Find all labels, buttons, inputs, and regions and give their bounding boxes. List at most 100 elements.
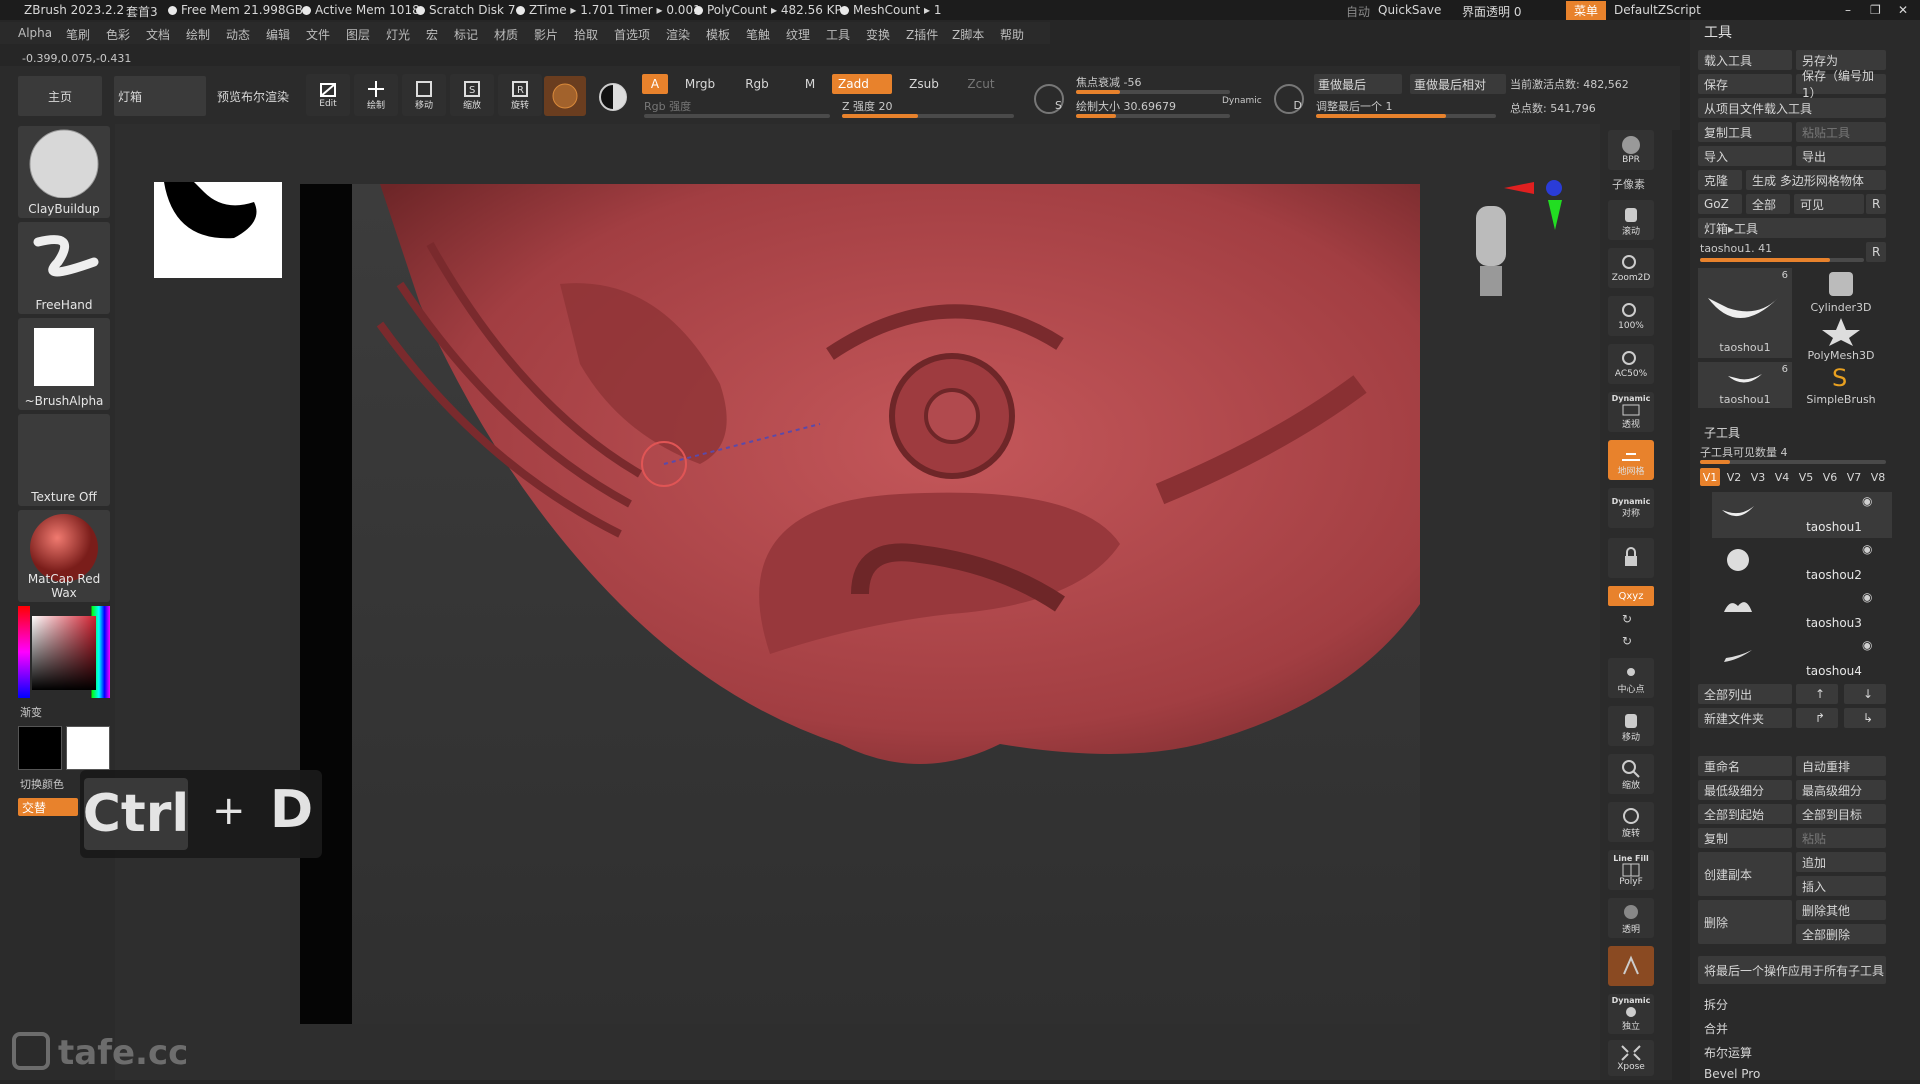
alternate-button[interactable]: 交替 xyxy=(18,798,78,816)
all-to-start-button[interactable]: 全部到起始 xyxy=(1698,804,1792,824)
rename-button[interactable]: 重命名 xyxy=(1698,756,1792,776)
rotate-z-icon[interactable]: ↻ xyxy=(1622,634,1632,648)
paste-tool-button[interactable]: 粘贴工具 xyxy=(1796,122,1886,142)
menu-button[interactable]: 菜单 xyxy=(1566,1,1607,20)
subtool-row-4[interactable]: ◉ taoshou4 xyxy=(1712,636,1892,682)
transparency-slider[interactable]: 界面透明 0 xyxy=(1462,3,1521,20)
material-slot[interactable]: MatCap Red Wax xyxy=(18,510,110,602)
lock-button[interactable] xyxy=(1608,538,1654,578)
bpr-button[interactable]: BPR xyxy=(1608,130,1654,170)
zoom-view-button[interactable]: 缩放 xyxy=(1608,754,1654,794)
delete-button[interactable]: 删除 xyxy=(1698,900,1792,944)
insert-button[interactable]: 插入 xyxy=(1796,876,1886,896)
menu-transform[interactable]: 变换 xyxy=(866,26,890,43)
clone-button[interactable]: 克隆 xyxy=(1698,170,1742,190)
subtool-row-3[interactable]: ◉ taoshou3 xyxy=(1712,588,1892,634)
menu-help[interactable]: 帮助 xyxy=(1000,26,1024,43)
m-toggle[interactable]: M xyxy=(798,74,822,94)
move-up-icon[interactable]: ↑ xyxy=(1796,684,1838,704)
tab-v8[interactable]: V8 xyxy=(1868,468,1888,486)
split-section[interactable]: 拆分 xyxy=(1698,994,1886,1014)
menu-texture[interactable]: 纹理 xyxy=(786,26,810,43)
subtool4-eye-icon[interactable]: ◉ xyxy=(1862,638,1872,652)
d-pivot-icon[interactable]: D xyxy=(1274,84,1304,114)
ac50-button[interactable]: AC50% xyxy=(1608,344,1654,384)
tab-v5[interactable]: V5 xyxy=(1796,468,1816,486)
menu-stencil[interactable]: 模板 xyxy=(706,26,730,43)
duplicate-button[interactable]: 创建副本 xyxy=(1698,852,1792,896)
zcut-toggle[interactable]: Zcut xyxy=(956,74,1006,94)
menu-movie[interactable]: 影片 xyxy=(534,26,558,43)
paste-button[interactable]: 粘贴 xyxy=(1796,828,1886,848)
move-down-icon[interactable]: ↓ xyxy=(1844,684,1886,704)
mrgb-toggle[interactable]: Mrgb xyxy=(672,74,728,94)
lowest-subdiv-button[interactable]: 最低级细分 xyxy=(1698,780,1792,800)
tool-thumb-taoshou1-small[interactable]: 6 taoshou1 xyxy=(1698,362,1792,408)
zoom2d-button[interactable]: Zoom2D xyxy=(1608,248,1654,288)
axis-gizmo-icon[interactable] xyxy=(1504,176,1574,240)
subtool3-eye-icon[interactable]: ◉ xyxy=(1862,590,1872,604)
switch-color-button[interactable]: 切换颜色 xyxy=(20,776,64,792)
subtool-row-1[interactable]: ◉ taoshou1 xyxy=(1712,492,1892,538)
alpha-slot[interactable]: ~BrushAlpha xyxy=(18,318,110,410)
menu-draw[interactable]: 绘制 xyxy=(186,26,210,43)
a-toggle[interactable]: A xyxy=(642,74,668,94)
subtool-row-2[interactable]: ◉ taoshou2 xyxy=(1712,540,1892,586)
rotate-button[interactable]: R 旋转 xyxy=(498,74,542,116)
apply-last-all-button[interactable]: 将最后一个操作应用于所有子工具 xyxy=(1698,956,1886,984)
new-folder-button[interactable]: 新建文件夹 xyxy=(1698,708,1792,728)
scroll-button[interactable]: 滚动 xyxy=(1608,200,1654,240)
goz-r-button[interactable]: R xyxy=(1866,194,1886,214)
all-to-target-button[interactable]: 全部到目标 xyxy=(1796,804,1886,824)
color-toggle-button[interactable] xyxy=(594,78,632,116)
load-from-project-button[interactable]: 从项目文件载入工具 xyxy=(1698,98,1886,118)
texture-slot[interactable]: Texture Off xyxy=(18,414,110,506)
folder-arrow-icon[interactable]: ↱ xyxy=(1796,708,1838,728)
menu-stroke[interactable]: 笔触 xyxy=(746,26,770,43)
edit-button[interactable]: Edit xyxy=(306,74,350,116)
rgb-intensity-track[interactable] xyxy=(644,114,830,118)
dynamic-toggle[interactable]: Dynamic xyxy=(1222,96,1262,106)
tab-v4[interactable]: V4 xyxy=(1772,468,1792,486)
copy-tool-button[interactable]: 复制工具 xyxy=(1698,122,1792,142)
polyf-button[interactable]: Line Fill PolyF xyxy=(1608,850,1654,890)
s-pivot-icon[interactable]: S xyxy=(1034,84,1064,114)
menu-light[interactable]: 灯光 xyxy=(386,26,410,43)
sculpt-model[interactable] xyxy=(300,184,1420,1024)
tool-thumb-polymesh[interactable]: PolyMesh3D xyxy=(1794,316,1888,362)
save-button[interactable]: 保存 xyxy=(1698,74,1792,94)
redo-last-button[interactable]: 重做最后 xyxy=(1314,74,1402,94)
scale-button[interactable]: S 缩放 xyxy=(450,74,494,116)
make-polymesh-button[interactable]: 生成 多边形网格物体 xyxy=(1746,170,1886,190)
subtool-header[interactable]: 子工具 xyxy=(1704,424,1740,441)
lightbox-tools-button[interactable]: 灯箱▸工具 xyxy=(1698,218,1886,238)
move-button[interactable]: 移动 xyxy=(402,74,446,116)
subtool2-eye-icon[interactable]: ◉ xyxy=(1862,542,1872,556)
subtool1-eye-icon[interactable]: ◉ xyxy=(1862,494,1872,508)
current-tool-slider[interactable]: taoshou1. 41 xyxy=(1700,242,1772,255)
xpose-button[interactable]: Xpose xyxy=(1608,1040,1654,1076)
save-increment-button[interactable]: 保存（编号加1） xyxy=(1796,69,1886,100)
lightbox-button[interactable]: 灯箱 xyxy=(114,76,206,116)
brush-claybuildup[interactable]: ClayBuildup xyxy=(18,126,110,218)
stroke-freehand[interactable]: FreeHand xyxy=(18,222,110,314)
zsub-toggle[interactable]: Zsub xyxy=(896,74,952,94)
goz-all-button[interactable]: 全部 xyxy=(1746,194,1790,214)
maximize-icon[interactable]: ❐ xyxy=(1870,3,1881,17)
move-view-button[interactable]: 移动 xyxy=(1608,706,1654,746)
goz-visible-button[interactable]: 可见 xyxy=(1794,194,1864,214)
bevel-section[interactable]: Bevel Pro xyxy=(1698,1064,1886,1084)
menu-preferences[interactable]: 首选项 xyxy=(614,26,650,43)
color-field[interactable] xyxy=(32,616,96,690)
tool-r-button[interactable]: R xyxy=(1866,242,1886,262)
menu-dynamic[interactable]: 动态 xyxy=(226,26,250,43)
delete-others-button[interactable]: 删除其他 xyxy=(1796,900,1886,920)
tab-v3[interactable]: V3 xyxy=(1748,468,1768,486)
rgb-intensity-slider[interactable]: Rgb 强度 xyxy=(644,98,691,114)
redo-last-relative-button[interactable]: 重做最后相对 xyxy=(1410,74,1506,94)
menu-zscript[interactable]: Z脚本 xyxy=(952,26,984,43)
adjust-last-slider[interactable]: 调整最后一个 1 xyxy=(1316,98,1393,114)
boolean-section[interactable]: 布尔运算 xyxy=(1698,1042,1886,1062)
menu-zplugin[interactable]: Z插件 xyxy=(906,26,938,43)
close-icon[interactable]: ✕ xyxy=(1898,3,1908,17)
